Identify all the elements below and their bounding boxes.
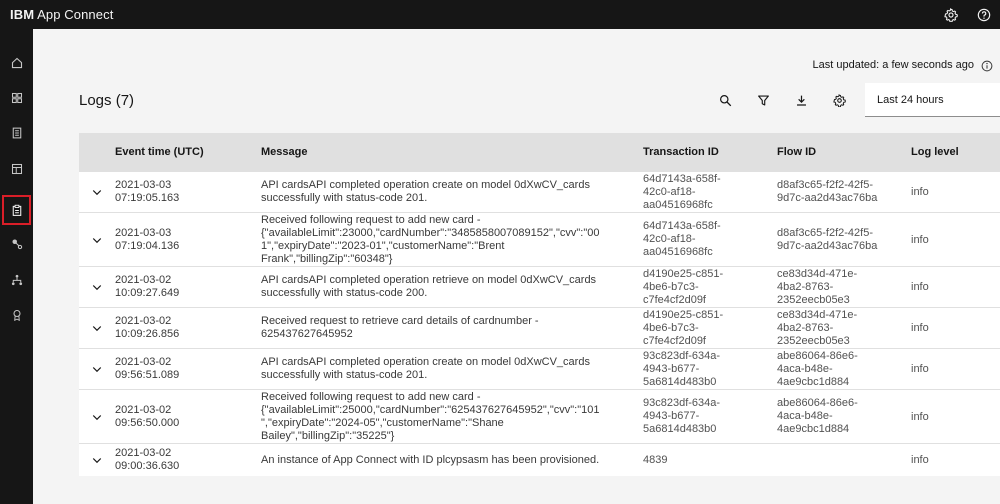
flow-id: d8af3c65-f2f2-42f5- 9d7c-aa2d43ac76ba [777,179,878,204]
message: API cardsAPI completed operation create … [261,179,590,204]
flow-id: abe86064-86e6- 4aca-b48e- 4ae9cbc1d884 [777,397,858,435]
table-row[interactable]: 2021-03-02 10:09:26.856 Received request … [79,307,1000,348]
table-row[interactable]: 2021-03-02 09:56:50.000 Received followin… [79,389,1000,443]
event-time: 2021-03-02 10:09:26.856 [115,315,180,340]
chevron-down-icon[interactable] [91,186,103,198]
event-time: 2021-03-02 09:56:51.089 [115,356,180,381]
time-range-select[interactable]: Last 24 hours [865,83,1000,117]
log-level: info [911,281,929,293]
nav-templates-icon[interactable] [0,154,33,184]
header-flow-id[interactable]: Flow ID [777,146,816,158]
log-level: info [911,186,929,198]
logs-toolbar [706,86,858,114]
log-level: info [911,411,929,423]
header-transaction-id[interactable]: Transaction ID [643,146,719,158]
info-icon[interactable] [981,59,993,77]
event-time: 2021-03-02 10:09:27.649 [115,274,180,299]
log-level: info [911,454,929,466]
flow-id: d8af3c65-f2f2-42f5- 9d7c-aa2d43ac76ba [777,227,878,252]
app-brand[interactable]: IBM App Connect [10,7,113,22]
table-row[interactable]: 2021-03-03 07:19:05.163 API cardsAPI comp… [79,171,1000,212]
event-time: 2021-03-03 07:19:05.163 [115,179,180,204]
transaction-id: 4839 [643,454,668,466]
chevron-down-icon[interactable] [91,281,103,293]
download-icon[interactable] [782,86,820,114]
brand-ibm: IBM [10,7,35,22]
header-message[interactable]: Message [261,146,307,158]
logs-table: Event time (UTC) Message Transaction ID … [79,133,1000,476]
main-content: Last updated: a few seconds ago Logs (7)… [33,29,1000,504]
transaction-id: d4190e25-c851- 4be6-b7c3- c7fe4cf2d09f [643,309,724,347]
table-row[interactable]: 2021-03-02 09:56:51.089 API cardsAPI comp… [79,348,1000,389]
chevron-down-icon[interactable] [91,234,103,246]
flow-id: ce83d34d-471e- 4ba2-8763- 2352eecb05e3 [777,268,858,306]
message: API cardsAPI completed operation create … [261,356,590,381]
event-time: 2021-03-02 09:00:36.630 [115,447,180,472]
side-navigation [0,29,33,504]
transaction-id: 93c823df-634a- 4943-b677- 5a6814d483b0 [643,350,721,388]
event-time: 2021-03-02 09:56:50.000 [115,404,180,429]
search-icon[interactable] [706,86,744,114]
header-event-time[interactable]: Event time (UTC) [115,146,204,158]
table-row[interactable]: 2021-03-02 10:09:27.649 API cardsAPI comp… [79,266,1000,307]
transaction-id: 64d7143a-658f- 42c0-af18- aa04516968fc [643,173,721,211]
log-level: info [911,363,929,375]
log-level: info [911,322,929,334]
last-updated-text: Last updated: a few seconds ago [812,59,974,71]
message: API cardsAPI completed operation retriev… [261,274,597,299]
table-row[interactable]: 2021-03-02 09:00:36.630 An instance of Ap… [79,443,1000,476]
chevron-down-icon[interactable] [91,411,103,423]
nav-dashboard-icon[interactable] [0,83,33,113]
table-row[interactable]: 2021-03-03 07:19:04.136 Received followin… [79,212,1000,266]
nav-catalog-icon[interactable] [0,118,33,148]
page-title: Logs (7) [79,92,135,109]
nav-connectors-icon[interactable] [0,229,33,259]
flow-id: abe86064-86e6- 4aca-b48e- 4ae9cbc1d884 [777,350,858,388]
message: Received following request to add new ca… [261,391,600,442]
message: Received following request to add new ca… [261,214,600,265]
nav-flows-icon[interactable] [0,265,33,295]
chevron-down-icon[interactable] [91,454,103,466]
message: Received request to retrieve card detail… [261,315,539,340]
chevron-down-icon[interactable] [91,322,103,334]
transaction-id: 64d7143a-658f- 42c0-af18- aa04516968fc [643,220,721,258]
log-level: info [911,234,929,246]
event-time: 2021-03-03 07:19:04.136 [115,227,180,252]
filter-icon[interactable] [744,86,782,114]
help-icon[interactable] [967,0,1000,29]
transaction-id: 93c823df-634a- 4943-b677- 5a6814d483b0 [643,397,721,435]
brand-name: App Connect [37,7,114,22]
top-bar: IBM App Connect [0,0,1000,29]
nav-badge-icon[interactable] [0,300,33,330]
nav-logs-icon[interactable] [2,195,31,225]
message: An instance of App Connect with ID plcyp… [261,454,600,466]
nav-home-icon[interactable] [0,48,33,78]
table-header: Event time (UTC) Message Transaction ID … [79,133,1000,171]
chevron-down-icon[interactable] [91,363,103,375]
settings-icon[interactable] [934,0,967,29]
transaction-id: d4190e25-c851- 4be6-b7c3- c7fe4cf2d09f [643,268,724,306]
table-settings-icon[interactable] [820,86,858,114]
flow-id: ce83d34d-471e- 4ba2-8763- 2352eecb05e3 [777,309,858,347]
header-log-level[interactable]: Log level [911,146,959,158]
